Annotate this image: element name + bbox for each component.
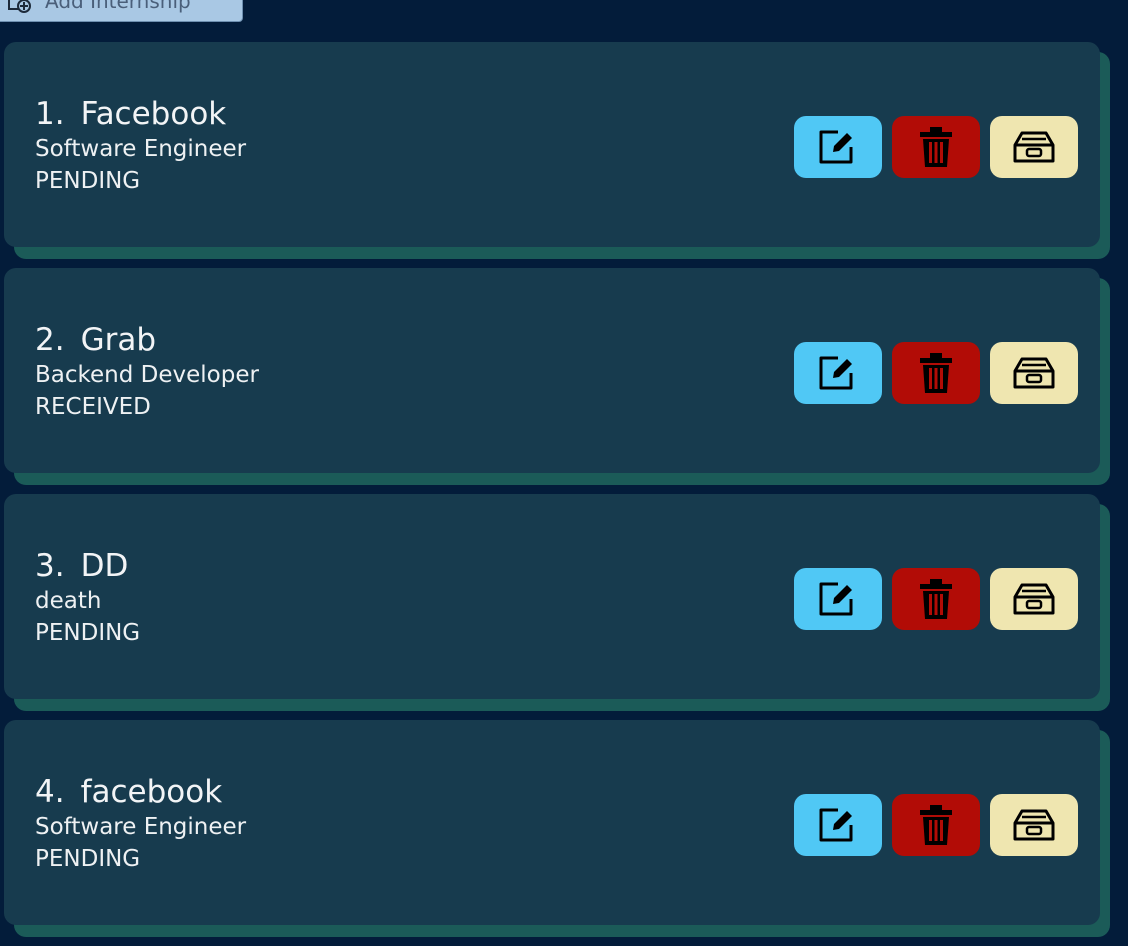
internship-company: Grab — [80, 322, 157, 358]
internship-card-body: 2. Grab Backend Developer RECEIVED — [4, 268, 1100, 473]
add-document-icon — [7, 0, 33, 13]
edit-icon — [819, 130, 853, 164]
internship-role: Software Engineer — [35, 814, 247, 840]
card-actions — [794, 794, 1078, 856]
archive-icon — [1013, 583, 1055, 615]
edit-icon — [819, 582, 853, 616]
delete-button[interactable] — [892, 116, 980, 178]
internship-index: 1. — [35, 96, 65, 132]
internship-status: PENDING — [35, 846, 141, 872]
internship-index: 3. — [35, 548, 65, 584]
internship-title: 3. DD — [35, 548, 128, 584]
archive-icon — [1013, 131, 1055, 163]
trash-icon — [920, 805, 952, 845]
delete-button[interactable] — [892, 342, 980, 404]
edit-icon — [819, 356, 853, 390]
add-internship-label: Add Internship — [45, 0, 191, 13]
edit-button[interactable] — [794, 794, 882, 856]
edit-icon — [819, 808, 853, 842]
trash-icon — [920, 127, 952, 167]
archive-icon — [1013, 809, 1055, 841]
internship-status: RECEIVED — [35, 394, 151, 420]
internship-company: facebook — [80, 774, 223, 810]
archive-button[interactable] — [990, 794, 1078, 856]
archive-button[interactable] — [990, 568, 1078, 630]
internship-card-body: 3. DD death PENDING — [4, 494, 1100, 699]
internship-card-body: 1. Facebook Software Engineer PENDING — [4, 42, 1100, 247]
internship-card-body: 4. facebook Software Engineer PENDING — [4, 720, 1100, 925]
internship-title: 1. Facebook — [35, 96, 226, 132]
internship-role: Software Engineer — [35, 136, 247, 162]
internship-role: death — [35, 588, 102, 614]
internship-title: 4. facebook — [35, 774, 222, 810]
card-actions — [794, 568, 1078, 630]
internship-card: 3. DD death PENDING — [4, 494, 1110, 711]
internship-index: 2. — [35, 322, 65, 358]
internship-list: 1. Facebook Software Engineer PENDING 2.… — [4, 42, 1110, 946]
internship-company: Facebook — [80, 96, 227, 132]
card-actions — [794, 342, 1078, 404]
internship-role: Backend Developer — [35, 362, 259, 388]
archive-button[interactable] — [990, 116, 1078, 178]
trash-icon — [920, 353, 952, 393]
internship-card: 1. Facebook Software Engineer PENDING — [4, 42, 1110, 259]
internship-card: 4. facebook Software Engineer PENDING — [4, 720, 1110, 937]
internship-company: DD — [80, 548, 129, 584]
internship-status: PENDING — [35, 168, 141, 194]
internship-card: 2. Grab Backend Developer RECEIVED — [4, 268, 1110, 485]
delete-button[interactable] — [892, 568, 980, 630]
edit-button[interactable] — [794, 568, 882, 630]
edit-button[interactable] — [794, 342, 882, 404]
edit-button[interactable] — [794, 116, 882, 178]
internship-index: 4. — [35, 774, 65, 810]
internship-status: PENDING — [35, 620, 141, 646]
internship-title: 2. Grab — [35, 322, 156, 358]
card-actions — [794, 116, 1078, 178]
archive-icon — [1013, 357, 1055, 389]
trash-icon — [920, 579, 952, 619]
add-internship-button[interactable]: Add Internship — [0, 0, 243, 22]
delete-button[interactable] — [892, 794, 980, 856]
internship-page: Add Internship 1. Facebook Software Engin… — [0, 0, 1128, 946]
archive-button[interactable] — [990, 342, 1078, 404]
